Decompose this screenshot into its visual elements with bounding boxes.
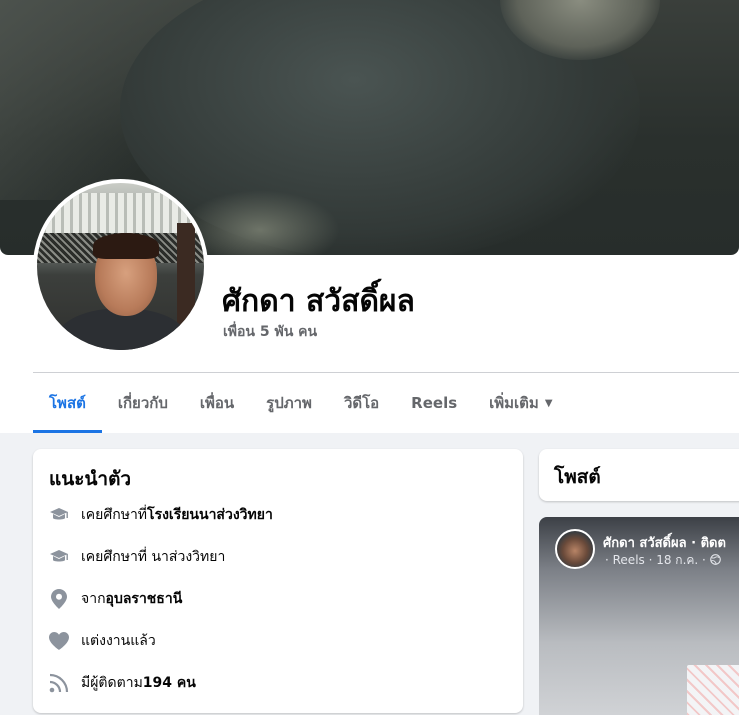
tab-posts[interactable]: โพสต์	[33, 373, 102, 433]
friends-count-link[interactable]: เพื่อน 5 พัน คน	[223, 321, 317, 343]
tab-label: Reels	[411, 394, 458, 412]
tab-label: รูปภาพ	[266, 394, 312, 412]
intro-text: จาก	[81, 591, 106, 607]
heart-icon	[47, 629, 71, 653]
posts-header-card: โพสต์	[539, 449, 739, 501]
location-pin-icon	[47, 587, 71, 611]
intro-card: แนะนำตัว เคยศึกษาที่ โรงเรียนนาส่วงวิทยา…	[33, 449, 523, 713]
tab-reels[interactable]: Reels	[395, 373, 473, 433]
tab-photos[interactable]: รูปภาพ	[250, 373, 328, 433]
intro-title: แนะนำตัว	[49, 468, 132, 490]
tab-friends[interactable]: เพื่อน	[184, 373, 250, 433]
tab-label: โพสต์	[49, 394, 86, 412]
profile-picture[interactable]	[33, 179, 208, 354]
tab-label: เพื่อน	[199, 394, 235, 412]
intro-text: แต่งงานแล้ว	[81, 633, 156, 649]
graduation-cap-icon	[47, 545, 71, 569]
avatar	[37, 183, 204, 350]
reel-thumbnail[interactable]	[687, 665, 739, 715]
intro-text: เคยศึกษาที่	[81, 507, 148, 523]
graduation-cap-icon	[47, 503, 71, 527]
tab-label: เพิ่มเติม	[489, 394, 539, 412]
intro-row-relationship: แต่งงานแล้ว	[47, 629, 156, 653]
tab-videos[interactable]: วิดีโอ	[328, 373, 395, 433]
hometown-link[interactable]: อุบลราชธานี	[106, 588, 183, 610]
globe-icon	[709, 553, 721, 567]
intro-text: มีผู้ติดตาม	[81, 675, 143, 691]
tab-about[interactable]: เกี่ยวกับ	[102, 373, 184, 433]
tab-label: วิดีโอ	[343, 394, 380, 412]
tab-label: เกี่ยวกับ	[117, 394, 168, 412]
intro-text: เคยศึกษาที่ นาส่วงวิทยา	[81, 549, 226, 565]
post-meta-text: · Reels · 18 ก.ค. ·	[605, 553, 710, 567]
caret-down-icon: ▼	[544, 397, 553, 409]
posts-title: โพสต์	[554, 466, 601, 488]
reel-post-card[interactable]: ศักดา สวัสดิ์ผล · ติดต · Reels · 18 ก.ค.…	[539, 517, 739, 715]
intro-row-followers: มีผู้ติดตาม 194 คน	[47, 671, 196, 695]
post-meta: · Reels · 18 ก.ค. ·	[605, 551, 721, 570]
followers-link[interactable]: 194 คน	[143, 672, 196, 694]
intro-row-education-1: เคยศึกษาที่ โรงเรียนนาส่วงวิทยา	[47, 503, 273, 527]
post-author-avatar[interactable]	[555, 529, 595, 569]
profile-name: ศักดา สวัสดิ์ผล	[222, 284, 415, 319]
profile-tabs: โพสต์ เกี่ยวกับ เพื่อน รูปภาพ วิดีโอ Ree…	[33, 373, 569, 433]
intro-row-education-2: เคยศึกษาที่ นาส่วงวิทยา	[47, 545, 225, 569]
post-author-name[interactable]: ศักดา สวัสดิ์ผล · ติดต	[603, 532, 726, 553]
tab-more[interactable]: เพิ่มเติม ▼	[473, 373, 568, 433]
school-link[interactable]: โรงเรียนนาส่วงวิทยา	[147, 504, 273, 526]
rss-followers-icon	[47, 671, 71, 695]
intro-row-hometown: จาก อุบลราชธานี	[47, 587, 182, 611]
